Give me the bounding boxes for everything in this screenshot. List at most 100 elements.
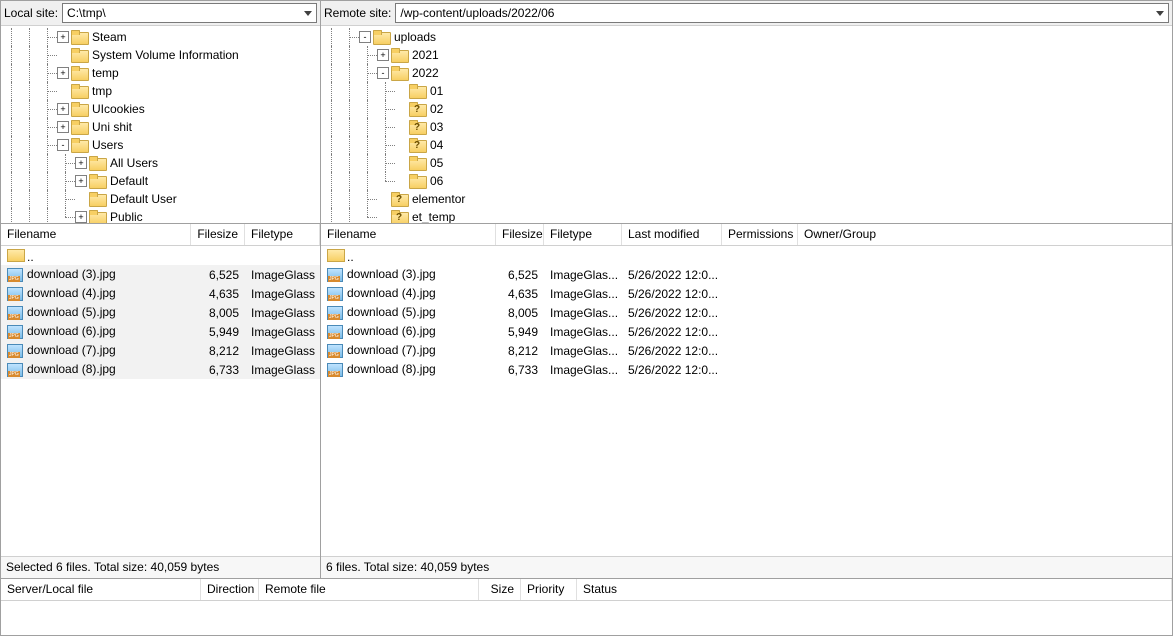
folder-icon <box>89 156 105 170</box>
expand-icon[interactable]: + <box>57 67 69 79</box>
remote-tree[interactable]: - uploads +2021 - 2022 01?02?03?040506?elemen… <box>321 26 1172 223</box>
cell-size: 5,949 <box>496 325 544 339</box>
expand-icon[interactable]: + <box>75 157 87 169</box>
local-site-label: Local site: <box>4 6 58 20</box>
cell-size: 5,949 <box>191 325 245 339</box>
local-filelist: Filename Filesize Filetype ..download (3… <box>1 224 320 578</box>
tree-item[interactable]: + temp <box>3 64 320 82</box>
folder-icon: ? <box>391 192 407 206</box>
tree-item[interactable]: ?et_temp <box>323 208 1172 223</box>
remote-path-combo[interactable] <box>395 3 1169 23</box>
file-row[interactable]: download (8).jpg6,733ImageGlas...5/26/20… <box>321 360 1172 379</box>
collapse-icon[interactable]: - <box>359 31 371 43</box>
tree-item[interactable]: +Default <box>3 172 320 190</box>
cell-name: download (7).jpg <box>321 343 496 358</box>
file-row[interactable]: download (7).jpg8,212ImageGlass <box>1 341 320 360</box>
expand-icon[interactable]: + <box>75 175 87 187</box>
cell-type: ImageGlas... <box>544 363 622 377</box>
remote-pane: Remote site: - uploads +2021 - 2022 01?02?03?… <box>321 1 1172 578</box>
tree-item[interactable]: ?02 <box>323 100 1172 118</box>
tree-item[interactable]: System Volume Information <box>3 46 320 64</box>
tree-item[interactable]: +Uni shit <box>3 118 320 136</box>
up-directory[interactable]: .. <box>1 246 320 265</box>
folder-icon <box>7 247 23 261</box>
remote-tree-area: - uploads +2021 - 2022 01?02?03?040506?elemen… <box>321 26 1172 224</box>
tree-item-label: uploads <box>392 30 438 44</box>
file-row[interactable]: download (3).jpg6,525ImageGlas...5/26/20… <box>321 265 1172 284</box>
tree-item[interactable]: ?04 <box>323 136 1172 154</box>
chevron-down-icon[interactable] <box>300 4 316 22</box>
tree-item-label: temp <box>90 66 121 80</box>
col-remote-file[interactable]: Remote file <box>259 579 479 600</box>
file-row[interactable]: download (6).jpg5,949ImageGlas...5/26/20… <box>321 322 1172 341</box>
local-status-bar: Selected 6 files. Total size: 40,059 byt… <box>1 556 320 578</box>
folder-icon <box>89 174 105 188</box>
tree-item-label: UIcookies <box>90 102 147 116</box>
col-filesize[interactable]: Filesize <box>496 224 544 245</box>
col-permissions[interactable]: Permissions <box>722 224 798 245</box>
folder-icon <box>71 48 87 62</box>
file-row[interactable]: download (7).jpg8,212ImageGlas...5/26/20… <box>321 341 1172 360</box>
file-row[interactable]: download (4).jpg4,635ImageGlas...5/26/20… <box>321 284 1172 303</box>
file-row[interactable]: download (4).jpg4,635ImageGlass <box>1 284 320 303</box>
tree-item[interactable]: ?elementor <box>323 190 1172 208</box>
expand-icon[interactable]: + <box>57 103 69 115</box>
cell-name: download (5).jpg <box>321 305 496 320</box>
col-filename[interactable]: Filename <box>321 224 496 245</box>
tree-item-label: 2022 <box>410 66 441 80</box>
cell-name: download (6).jpg <box>321 324 496 339</box>
file-row[interactable]: download (6).jpg5,949ImageGlass <box>1 322 320 341</box>
tree-item[interactable]: 06 <box>323 172 1172 190</box>
jpg-file-icon <box>327 268 343 282</box>
local-file-rows[interactable]: ..download (3).jpg6,525ImageGlassdownloa… <box>1 246 320 556</box>
file-row[interactable]: download (5).jpg8,005ImageGlas...5/26/20… <box>321 303 1172 322</box>
tree-item[interactable]: +All Users <box>3 154 320 172</box>
expand-icon[interactable]: + <box>57 31 69 43</box>
col-filetype[interactable]: Filetype <box>245 224 320 245</box>
file-row[interactable]: download (3).jpg6,525ImageGlass <box>1 265 320 284</box>
col-filename[interactable]: Filename <box>1 224 191 245</box>
chevron-down-icon[interactable] <box>1152 4 1168 22</box>
tree-item[interactable]: 05 <box>323 154 1172 172</box>
expand-icon[interactable]: + <box>75 211 87 223</box>
tree-item[interactable]: Default User <box>3 190 320 208</box>
collapse-icon[interactable]: - <box>57 139 69 151</box>
tree-item[interactable]: +Public <box>3 208 320 223</box>
local-path-combo[interactable] <box>62 3 317 23</box>
expand-icon[interactable]: + <box>377 49 389 61</box>
col-filesize[interactable]: Filesize <box>191 224 245 245</box>
cell-mod: 5/26/2022 12:0... <box>622 306 722 320</box>
tree-item[interactable]: -Users <box>3 136 320 154</box>
local-path-input[interactable] <box>63 4 300 22</box>
col-priority[interactable]: Priority <box>521 579 577 600</box>
tree-item[interactable]: +Steam <box>3 28 320 46</box>
col-direction[interactable]: Direction <box>201 579 259 600</box>
cell-type: ImageGlas... <box>544 344 622 358</box>
col-owner-group[interactable]: Owner/Group <box>798 224 1172 245</box>
cell-size: 6,525 <box>191 268 245 282</box>
remote-file-rows[interactable]: ..download (3).jpg6,525ImageGlas...5/26/… <box>321 246 1172 556</box>
file-row[interactable]: download (5).jpg8,005ImageGlass <box>1 303 320 322</box>
tree-item[interactable]: - uploads <box>323 28 1172 46</box>
col-size[interactable]: Size <box>479 579 521 600</box>
tree-item[interactable]: 01 <box>323 82 1172 100</box>
jpg-file-icon <box>7 306 23 320</box>
tree-item[interactable]: tmp <box>3 82 320 100</box>
local-tree[interactable]: +SteamSystem Volume Information+temptmp+… <box>1 26 320 223</box>
col-last-modified[interactable]: Last modified <box>622 224 722 245</box>
col-server-local-file[interactable]: Server/Local file <box>1 579 201 600</box>
tree-item[interactable]: - 2022 <box>323 64 1172 82</box>
tree-item[interactable]: +2021 <box>323 46 1172 64</box>
file-row[interactable]: download (8).jpg6,733ImageGlass <box>1 360 320 379</box>
expand-icon[interactable]: + <box>57 121 69 133</box>
col-filetype[interactable]: Filetype <box>544 224 622 245</box>
remote-path-input[interactable] <box>396 4 1152 22</box>
tree-item[interactable]: ?03 <box>323 118 1172 136</box>
tree-item[interactable]: + UIcookies <box>3 100 320 118</box>
up-directory[interactable]: .. <box>321 246 1172 265</box>
remote-site-label: Remote site: <box>324 6 391 20</box>
jpg-file-icon <box>327 287 343 301</box>
queue-rows[interactable] <box>1 601 1172 635</box>
col-status[interactable]: Status <box>577 579 1172 600</box>
collapse-icon[interactable]: - <box>377 67 389 79</box>
